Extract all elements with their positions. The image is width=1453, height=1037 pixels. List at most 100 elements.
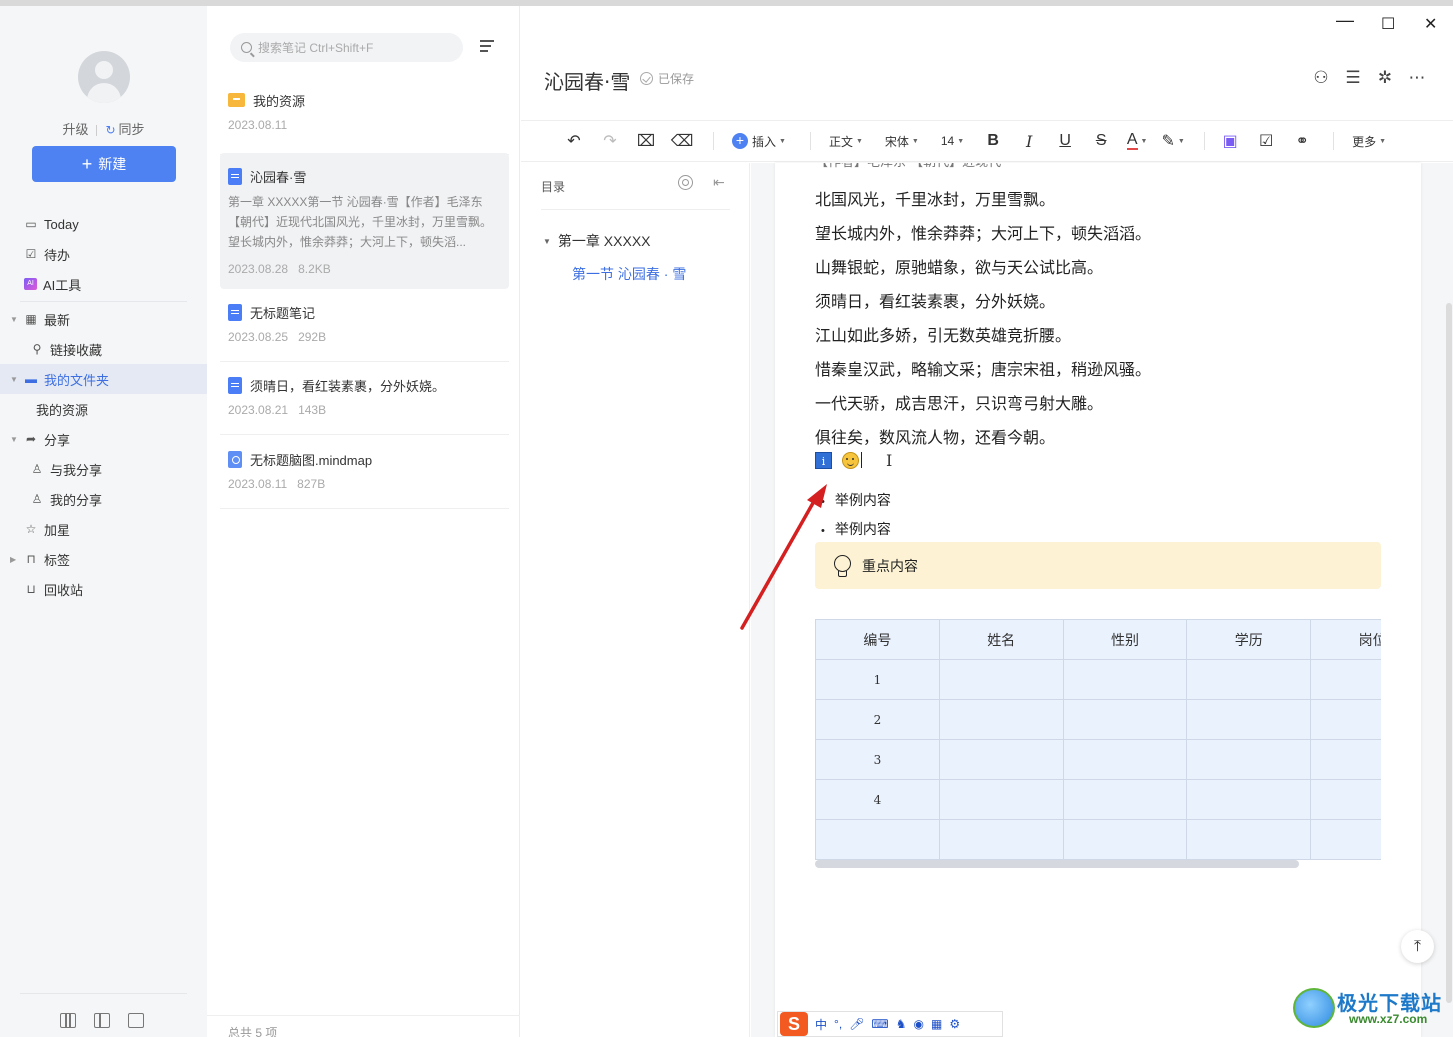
- maximize-icon[interactable]: ☐: [1381, 14, 1395, 34]
- list-item[interactable]: 举例内容: [821, 487, 891, 516]
- expand-arrow-icon[interactable]: ▼: [543, 237, 551, 246]
- highlight-icon[interactable]: ✎ ▼: [1158, 127, 1188, 155]
- info-symbol[interactable]: i: [815, 451, 832, 469]
- sidebar-item-my-shares[interactable]: ♙ 我的分享: [0, 484, 207, 514]
- paragraph[interactable]: 北国风光，千里冰封，万里雪飘。: [815, 183, 1151, 217]
- document-page[interactable]: 【作者】毛泽东 【朝代】近现代 北国风光，千里冰封，万里雪飘。 望长城内外，惟余…: [775, 163, 1421, 1037]
- sidebar-item-share[interactable]: ▼ ➦ 分享: [0, 424, 207, 454]
- vertical-scrollbar[interactable]: [1445, 163, 1453, 1037]
- table-cell[interactable]: 3: [815, 739, 940, 780]
- task-checkbox-icon[interactable]: ☑: [1251, 127, 1281, 155]
- find-icon[interactable]: ☰: [1343, 68, 1363, 88]
- collaborate-icon[interactable]: ⚇: [1311, 68, 1331, 88]
- back-to-top-button[interactable]: ⤒: [1401, 930, 1434, 963]
- table-cell[interactable]: 1: [815, 659, 940, 700]
- italic-icon[interactable]: I: [1014, 127, 1044, 155]
- callout-block[interactable]: 重点内容: [815, 542, 1381, 589]
- search-input[interactable]: 搜索笔记 Ctrl+Shift+F: [230, 33, 463, 62]
- table-cell[interactable]: [1186, 739, 1312, 780]
- apps-grid-icon[interactable]: ▦: [931, 1017, 942, 1031]
- list-item[interactable]: 须晴日，看红装素裹，分外妖娆。 2023.08.21 143B: [220, 375, 509, 435]
- ime-language-toggle[interactable]: 中: [815, 1016, 827, 1033]
- two-column-layout-icon[interactable]: [94, 1013, 110, 1028]
- ai-write-icon[interactable]: ▣: [1215, 127, 1245, 155]
- new-button[interactable]: + 新建: [32, 146, 176, 182]
- table-cell[interactable]: [1310, 739, 1381, 780]
- paragraph[interactable]: 望长城内外，惟余莽莽；大河上下，顿失滔滔。: [815, 217, 1151, 251]
- paragraph[interactable]: 须晴日，看红装素裹，分外妖娆。: [815, 285, 1151, 319]
- font-size-select[interactable]: 14 ▼: [933, 127, 972, 155]
- expand-arrow-icon[interactable]: ▼: [10, 315, 18, 324]
- paragraph[interactable]: 山舞银蛇，原驰蜡象，欲与天公试比高。: [815, 251, 1151, 285]
- more-button[interactable]: 更多 ▼: [1344, 127, 1394, 155]
- skin-icon[interactable]: ♞: [896, 1017, 907, 1031]
- table-cell[interactable]: [1186, 779, 1312, 820]
- font-family-select[interactable]: 宋体 ▼: [877, 127, 927, 155]
- sidebar-item-trash[interactable]: ⊔ 回收站: [0, 574, 207, 604]
- smile-emoji-icon[interactable]: [842, 451, 859, 469]
- close-icon[interactable]: ✕: [1424, 14, 1437, 34]
- underline-icon[interactable]: U: [1050, 127, 1080, 155]
- sidebar-item-today[interactable]: ▭ Today: [0, 209, 207, 239]
- bullet-list[interactable]: 举例内容 举例内容: [821, 487, 891, 545]
- undo-icon[interactable]: ↶: [559, 127, 589, 155]
- sidebar-item-tags[interactable]: ▶ ⊓ 标签: [0, 544, 207, 574]
- sort-icon[interactable]: [480, 39, 496, 53]
- table-cell[interactable]: [1062, 819, 1188, 860]
- table-cell[interactable]: [938, 739, 1064, 780]
- table-header-cell[interactable]: 性别: [1062, 619, 1188, 660]
- list-item[interactable]: 我的资源 2023.08.11: [220, 90, 509, 155]
- list-item[interactable]: 举例内容: [821, 516, 891, 545]
- paragraph[interactable]: 一代天骄，成吉思汗，只识弯弓射大雕。: [815, 387, 1151, 421]
- table-cell[interactable]: [1186, 699, 1312, 740]
- bold-icon[interactable]: B: [978, 127, 1008, 155]
- insert-button[interactable]: + 插入 ▼: [724, 127, 794, 155]
- sidebar-item-my-folder[interactable]: ▼ ▬ 我的文件夹: [0, 364, 207, 394]
- paragraph-style-select[interactable]: 正文 ▼: [821, 127, 871, 155]
- table-cell[interactable]: [1062, 779, 1188, 820]
- minimize-icon[interactable]: —: [1336, 10, 1354, 31]
- single-column-layout-icon[interactable]: [128, 1013, 144, 1028]
- sidebar-item-todo[interactable]: ☑ 待办: [0, 239, 207, 269]
- table-cell[interactable]: [815, 819, 940, 860]
- microphone-icon[interactable]: 🎤︎: [849, 1017, 864, 1031]
- sidebar-item-shared-with-me[interactable]: ♙ 与我分享: [0, 454, 207, 484]
- table-header-cell[interactable]: 姓名: [938, 619, 1064, 660]
- avatar[interactable]: [78, 51, 130, 103]
- paragraph[interactable]: 江山如此多娇，引无数英雄竞折腰。: [815, 319, 1151, 353]
- data-table[interactable]: 编号 姓名 性别 学历 岗位 1 2 3 4: [815, 619, 1381, 869]
- expand-arrow-icon[interactable]: ▼: [10, 375, 18, 384]
- poem-body[interactable]: 【作者】毛泽东 【朝代】近现代 北国风光，千里冰封，万里雪飘。 望长城内外，惟余…: [815, 163, 1151, 455]
- settings-icon[interactable]: [678, 175, 693, 190]
- more-options-icon[interactable]: ⋯: [1407, 68, 1427, 88]
- table-header-cell[interactable]: 学历: [1186, 619, 1312, 660]
- table-horizontal-scrollbar[interactable]: [815, 860, 1299, 868]
- font-color-icon[interactable]: A ▼: [1122, 127, 1152, 155]
- punctuation-icon[interactable]: °,: [834, 1017, 842, 1031]
- table-cell[interactable]: [938, 779, 1064, 820]
- table-cell[interactable]: [938, 819, 1064, 860]
- list-item[interactable]: 无标题笔记 2023.08.25 292B: [220, 302, 509, 362]
- table-cell[interactable]: [938, 659, 1064, 700]
- table-cell[interactable]: [1310, 779, 1381, 820]
- list-item-active[interactable]: 沁园春·雪 第一章 XXXXX第一节 沁园春·雪【作者】毛泽东 【朝代】近现代北…: [220, 153, 509, 289]
- table-cell[interactable]: [938, 699, 1064, 740]
- table-cell[interactable]: [1310, 699, 1381, 740]
- table-cell[interactable]: [1310, 659, 1381, 700]
- table-cell[interactable]: [1062, 699, 1188, 740]
- table-cell[interactable]: [1062, 739, 1188, 780]
- table-cell[interactable]: [1186, 659, 1312, 700]
- paragraph[interactable]: 惜秦皇汉武，略输文采；唐宗宋祖，稍逊风骚。: [815, 353, 1151, 387]
- sidebar-item-latest[interactable]: ▼ ▦ 最新: [0, 304, 207, 334]
- inserted-symbols-row[interactable]: i I: [815, 450, 892, 470]
- table-header-cell[interactable]: 编号: [815, 619, 940, 660]
- collapse-panel-icon[interactable]: ⇤: [713, 174, 725, 191]
- expand-arrow-icon[interactable]: ▼: [10, 435, 18, 444]
- upgrade-link[interactable]: 升级: [62, 122, 88, 137]
- table-cell[interactable]: [1186, 819, 1312, 860]
- eraser-icon[interactable]: ⌫: [667, 127, 697, 155]
- table-cell[interactable]: 2: [815, 699, 940, 740]
- toc-chapter[interactable]: ▼ 第一章 XXXXX: [543, 231, 651, 251]
- format-painter-icon[interactable]: ⌧: [631, 127, 661, 155]
- sidebar-item-ai-tools[interactable]: AI AI工具: [0, 269, 207, 299]
